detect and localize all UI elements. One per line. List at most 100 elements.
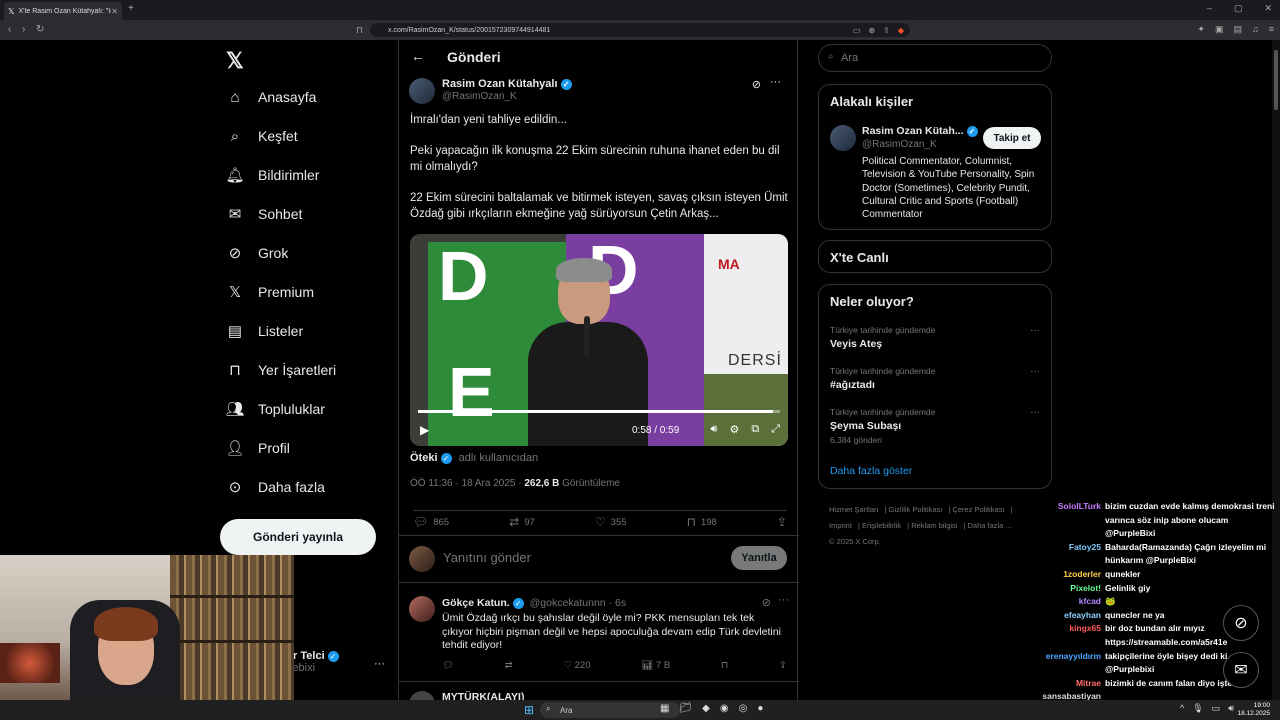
- trend-more-icon[interactable]: ···: [1030, 366, 1040, 377]
- nav-item-bookmarks[interactable]: ⊓ Yer İşaretleri: [226, 361, 336, 379]
- network-icon[interactable]: ▭: [1212, 703, 1221, 714]
- browser-tab[interactable]: 𝕏 X'te Rasim Ozan Kütahyalı: "İmralı' ✕: [4, 2, 122, 20]
- reply-author-name[interactable]: Gökçe Katun.: [442, 597, 510, 609]
- chat-username[interactable]: efeayhan: [1030, 609, 1105, 623]
- chat-username[interactable]: 1zoderler: [1030, 568, 1105, 582]
- sidebar-icon[interactable]: ▣: [1215, 24, 1224, 35]
- video-progress-bar[interactable]: [418, 410, 780, 413]
- nav-item-grok[interactable]: ⊘ Grok: [226, 244, 289, 262]
- volume-icon[interactable]: 🔊︎: [711, 423, 718, 436]
- author-handle[interactable]: @RasimOzan_K: [442, 91, 517, 102]
- forward-arrow-icon[interactable]: ›: [22, 24, 25, 35]
- nav-item-explore[interactable]: ⌕ Keşfet: [226, 127, 298, 145]
- nav-item-premium[interactable]: 𝕏 Premium: [226, 283, 314, 301]
- live-card[interactable]: X'te Canlı: [818, 240, 1052, 273]
- chat-username[interactable]: SoloILTurk: [1030, 500, 1105, 541]
- trend-item[interactable]: Türkiye tarihinde gündemde Veyis Ateş ··…: [830, 325, 1044, 350]
- post-more-icon[interactable]: ···: [770, 76, 781, 88]
- footer-link[interactable]: Çerez Politikası: [952, 505, 1004, 514]
- reply-submit-button[interactable]: Yanıtla: [731, 546, 787, 570]
- grok-icon[interactable]: ⊘: [752, 78, 761, 91]
- reply-item[interactable]: Gökçe Katun. ✓ @gokcekatunnn · 6s ⊘ ··· Ü…: [399, 590, 799, 682]
- pip-icon[interactable]: ⧉: [751, 423, 759, 436]
- new-tab-icon[interactable]: +: [128, 3, 134, 14]
- footer-link[interactable]: Imprint: [829, 521, 852, 530]
- back-arrow-icon[interactable]: ←: [411, 48, 425, 64]
- reply-author-handle[interactable]: @gokcekatunnn · 6s: [530, 597, 626, 609]
- chat-username[interactable]: Pixelot!: [1030, 582, 1105, 596]
- tray-chevron-icon[interactable]: ^: [1180, 703, 1184, 714]
- scrollbar-thumb[interactable]: [1274, 50, 1278, 110]
- cast-icon[interactable]: ▭: [853, 26, 861, 35]
- like-button[interactable]: ♡ 355: [595, 515, 627, 529]
- footer-link[interactable]: Reklam bilgisi: [911, 521, 957, 530]
- nav-item-lists[interactable]: ▤ Listeler: [226, 322, 303, 340]
- back-arrow-icon[interactable]: ‹: [8, 24, 11, 35]
- show-more-link[interactable]: Daha fazla göster: [830, 465, 912, 477]
- reply-bookmark-icon[interactable]: ⊓: [721, 660, 728, 671]
- nav-item-more[interactable]: ⊙ Daha fazla: [226, 478, 325, 496]
- reload-icon[interactable]: ↻: [36, 24, 44, 35]
- nav-item-profile[interactable]: 👤︎ Profil: [225, 439, 289, 457]
- taskbar-clock[interactable]: 19:00 18.12.2025: [1237, 702, 1270, 718]
- reply-input[interactable]: Yanıtını gönder: [443, 550, 531, 565]
- taskbar-search[interactable]: ⌕ Ara: [540, 702, 680, 718]
- chat-username[interactable]: Fatoy25: [1030, 541, 1105, 568]
- source-name[interactable]: Öteki: [410, 452, 438, 464]
- trend-more-icon[interactable]: ···: [1030, 407, 1040, 418]
- post-timestamp[interactable]: ÖÖ 11:36 · 18 Ara 2025 ·: [410, 478, 522, 489]
- steam-icon[interactable]: ◎: [739, 703, 748, 714]
- reply-views-button[interactable]: 📊︎ 7 B: [641, 660, 670, 671]
- related-handle[interactable]: @RasimOzan_K: [862, 139, 937, 150]
- reply-more-icon[interactable]: ···: [778, 594, 789, 606]
- grok-icon[interactable]: ⊘: [762, 596, 771, 609]
- repost-button[interactable]: ⇄ 97: [509, 515, 535, 529]
- chat-username[interactable]: kingx65: [1030, 622, 1105, 649]
- footer-link[interactable]: Gizlilik Politikası: [889, 505, 943, 514]
- share-button[interactable]: ⇪: [777, 515, 787, 529]
- nav-item-home[interactable]: ⌂ Anasayfa: [226, 88, 316, 106]
- follow-button[interactable]: Takip et: [983, 127, 1041, 149]
- share-icon[interactable]: ⇪: [883, 26, 890, 35]
- brave-shield-icon[interactable]: ◆: [898, 26, 904, 35]
- windows-start-icon[interactable]: ⊞: [524, 703, 534, 717]
- bookmark-button[interactable]: ⊓ 198: [687, 515, 717, 529]
- reply-avatar[interactable]: [409, 596, 435, 622]
- footer-link[interactable]: Hizmet Şartları: [829, 505, 879, 514]
- chat-username[interactable]: erenayyıldırm: [1030, 650, 1105, 677]
- footer-link[interactable]: Daha fazla ...: [968, 521, 1012, 530]
- related-avatar[interactable]: [830, 125, 856, 151]
- post-button[interactable]: Gönderi yayınla: [220, 519, 376, 555]
- speaker-icon[interactable]: 🔊︎: [1228, 703, 1234, 714]
- obs-icon[interactable]: ●: [757, 703, 763, 714]
- reply-share-icon[interactable]: ⇪: [779, 660, 787, 671]
- settings-gear-icon[interactable]: ⚙: [729, 423, 739, 436]
- nav-item-communities[interactable]: 👥︎ Topluluklar: [225, 400, 324, 418]
- related-name[interactable]: Rasim Ozan Kütah...: [862, 125, 964, 137]
- window-close-icon[interactable]: ✕: [1264, 3, 1272, 14]
- author-avatar[interactable]: [409, 78, 435, 104]
- trend-item[interactable]: Türkiye tarihinde gündemde #ağıztadı ···: [830, 366, 1044, 391]
- maximize-icon[interactable]: ▢: [1234, 3, 1243, 14]
- minimize-icon[interactable]: –: [1207, 3, 1212, 14]
- footer-link[interactable]: Erişilebilirlik: [862, 521, 901, 530]
- chat-username[interactable]: kfcad: [1030, 595, 1105, 609]
- tab-close-icon[interactable]: ✕: [111, 7, 118, 16]
- music-icon[interactable]: ♫: [1252, 24, 1259, 35]
- folder-icon[interactable]: 📁︎: [679, 703, 692, 714]
- account-switcher[interactable]: ır Telci ✓ lebixi ···: [290, 650, 385, 674]
- discord-icon[interactable]: ◉: [720, 703, 729, 714]
- post-video[interactable]: DE DM MA DERSİ ▶ 0:58 / 0:59: [410, 234, 788, 446]
- x-logo-icon[interactable]: 𝕏: [226, 48, 244, 74]
- url-field[interactable]: ⊓ x.com/RasimOzan_K/status/2001572309744…: [356, 23, 910, 37]
- wallet-icon[interactable]: ▤: [1233, 24, 1242, 35]
- play-icon[interactable]: ▶: [420, 423, 429, 437]
- menu-icon[interactable]: ≡: [1269, 24, 1274, 35]
- reply-reply-icon[interactable]: 💬︎: [442, 660, 454, 671]
- reply-like-button[interactable]: ♡ 220: [563, 660, 590, 671]
- extension-icon[interactable]: ✦: [1197, 24, 1205, 35]
- zoom-icon[interactable]: ⊕: [868, 26, 875, 35]
- nav-item-notifications[interactable]: 🔔︎ Bildirimler: [225, 166, 319, 184]
- reply-button[interactable]: 💬︎ 865: [413, 515, 449, 529]
- search-input[interactable]: ⌕ Ara: [818, 44, 1052, 72]
